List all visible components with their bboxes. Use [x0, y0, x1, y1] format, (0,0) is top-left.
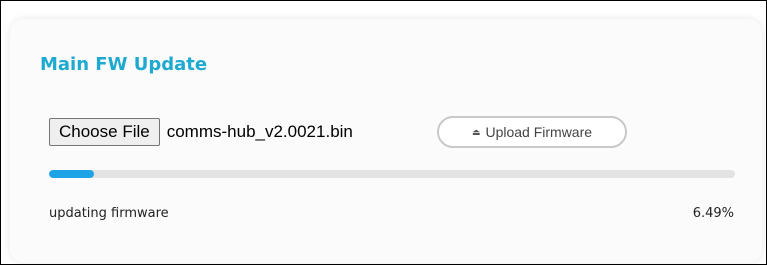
progress-bar-fill — [49, 170, 94, 178]
progress-status-label: updating firmware — [49, 206, 169, 221]
choose-file-button[interactable]: Choose File — [49, 118, 160, 146]
window-frame: Main FW Update Choose File comms-hub_v2.… — [0, 0, 767, 265]
upload-firmware-label: Upload Firmware — [485, 124, 593, 140]
card-title: Main FW Update — [40, 54, 208, 75]
progress-bar — [49, 170, 735, 178]
progress-percent-label: 6.49% — [692, 206, 734, 221]
eject-icon: ⏏ — [471, 126, 481, 137]
upload-firmware-button[interactable]: ⏏ Upload Firmware — [437, 116, 627, 148]
file-input-row: Choose File comms-hub_v2.0021.bin — [49, 118, 353, 146]
selected-file-name: comms-hub_v2.0021.bin — [166, 122, 353, 141]
